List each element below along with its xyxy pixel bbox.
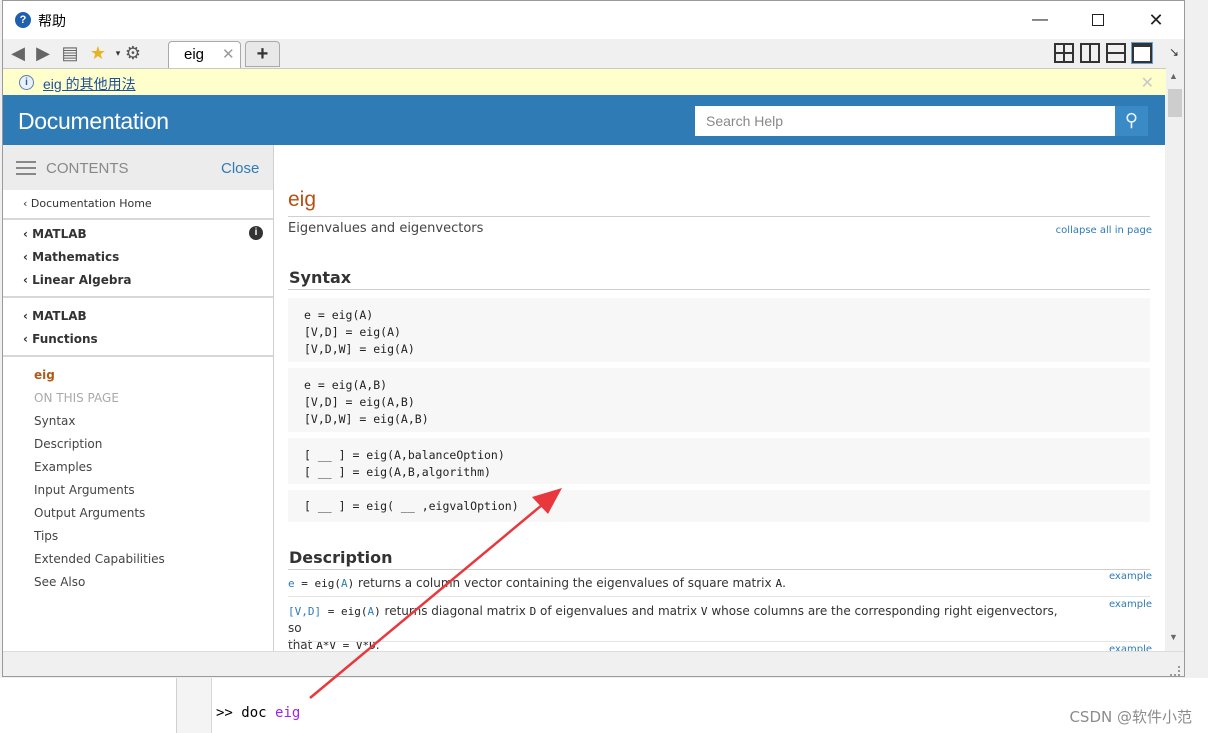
annotation-arrow (309, 488, 562, 699)
arrow-shaft (309, 499, 549, 699)
